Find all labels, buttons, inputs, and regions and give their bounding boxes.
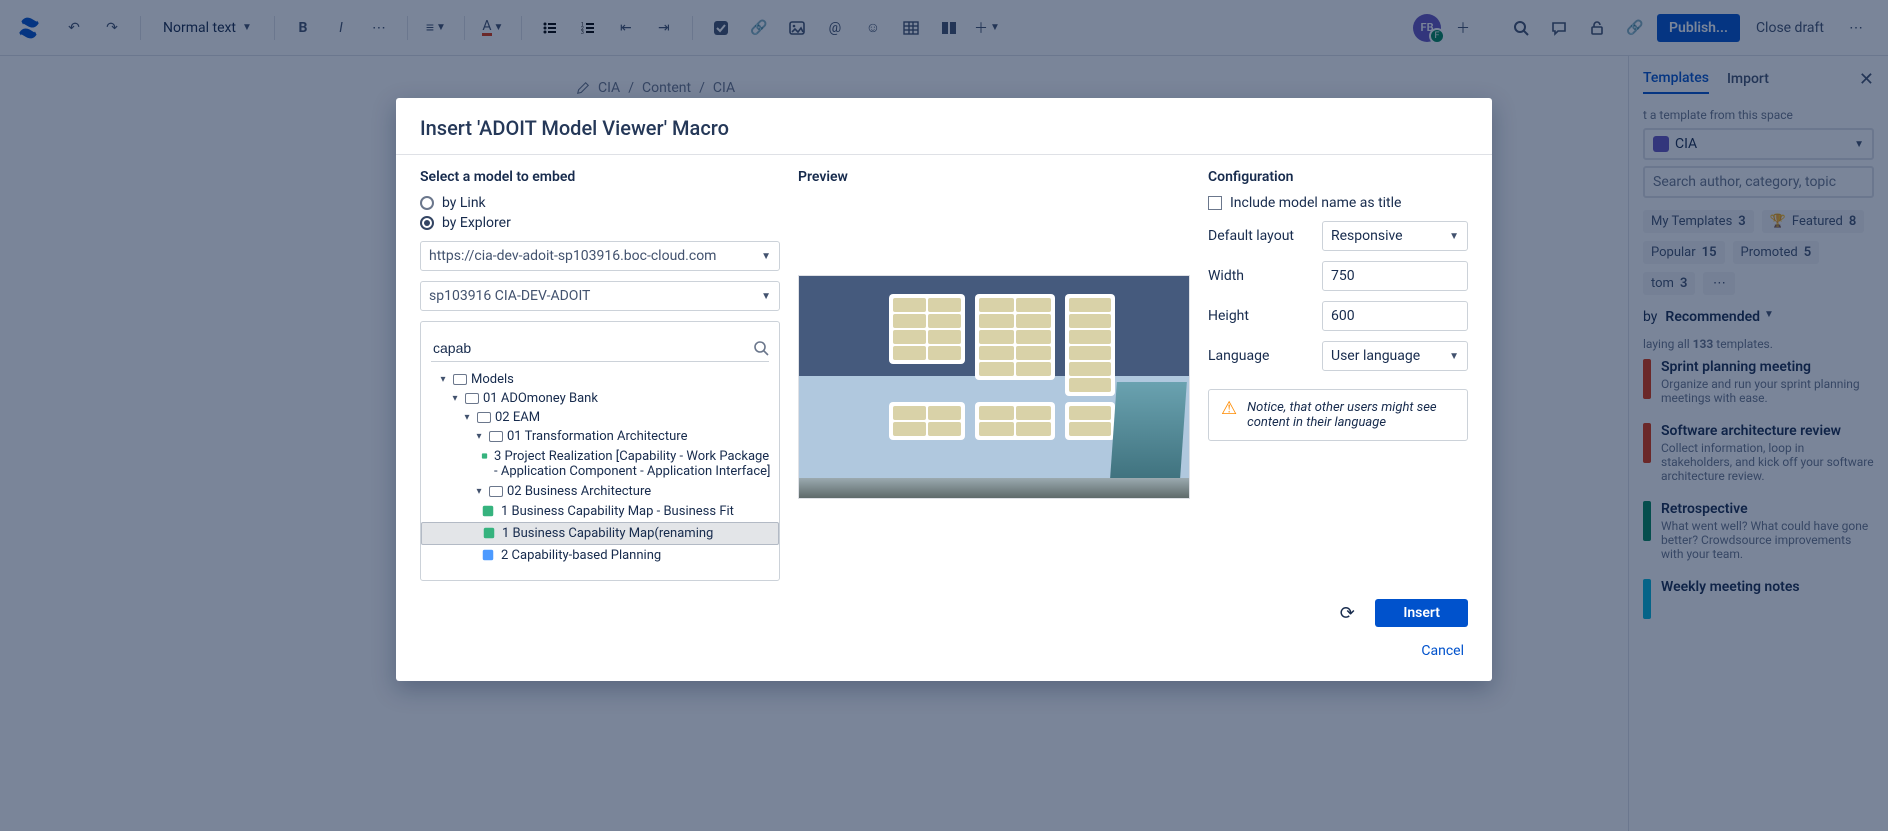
chevron-down-icon: ▼ [1449,231,1459,242]
modal-header: Insert 'ADOIT Model Viewer' Macro [396,98,1492,155]
include-title-checkbox[interactable]: Include model name as title [1208,195,1468,211]
width-label: Width [1208,268,1312,284]
tree-folder[interactable]: ▾ Models [421,370,779,389]
preview-image [798,275,1190,499]
layout-dropdown[interactable]: Responsive ▼ [1322,221,1468,251]
height-label: Height [1208,308,1312,324]
caret-down-icon: ▾ [473,486,485,497]
preview-column: Preview [798,169,1190,581]
tree-search-field[interactable] [431,339,747,357]
layout-label: Default layout [1208,228,1312,244]
insert-button[interactable]: Insert [1375,599,1468,627]
cancel-link[interactable]: Cancel [1417,637,1468,665]
model-tree: ▾ Models ▾ 01 ADOmoney Bank ▾ 02 EAM [420,321,780,581]
refresh-preview-button[interactable]: ⟳ [1333,599,1361,627]
tree-folder[interactable]: ▾ 01 Transformation Architecture [421,427,779,446]
tree-folder[interactable]: ▾ 02 EAM [421,408,779,427]
model-icon [481,449,488,463]
view-icon [481,548,495,562]
tree-item[interactable]: 3 Project Realization [Capability - Work… [421,446,779,482]
caret-down-icon: ▾ [437,374,449,385]
chevron-down-icon: ▼ [761,291,771,302]
folder-icon [465,393,479,404]
radio-icon [420,196,434,210]
tree-item-selected[interactable]: 1 Business Capability Map(renaming [421,522,779,545]
modal-footer: ⟳ Insert Cancel [396,589,1492,681]
caret-down-icon: ▾ [461,412,473,423]
folder-icon [453,374,467,385]
tree-folder[interactable]: ▾ 01 ADOmoney Bank [421,389,779,408]
caret-down-icon: ▾ [473,431,485,442]
language-dropdown[interactable]: User language ▼ [1322,341,1468,371]
search-icon [753,340,769,356]
server-url-dropdown[interactable]: https://cia-dev-adoit-sp103916.boc-cloud… [420,241,780,271]
width-input[interactable]: 750 [1322,261,1468,291]
insert-macro-modal: Insert 'ADOIT Model Viewer' Macro Select… [396,98,1492,681]
warning-icon: ⚠ [1221,400,1237,418]
language-notice: ⚠ Notice, that other users might see con… [1208,389,1468,441]
folder-icon [489,431,503,442]
folder-icon [477,412,491,423]
model-icon [481,504,495,518]
chevron-down-icon: ▼ [761,251,771,262]
config-column: Configuration Include model name as titl… [1208,169,1468,581]
checkbox-icon [1208,196,1222,210]
modal-title: Insert 'ADOIT Model Viewer' Macro [420,116,1468,140]
preview-label: Preview [798,169,1190,185]
select-model-label: Select a model to embed [420,169,780,185]
model-select-column: Select a model to embed by Link by Explo… [420,169,780,581]
height-input[interactable]: 600 [1322,301,1468,331]
radio-by-explorer[interactable]: by Explorer [420,215,780,231]
configuration-label: Configuration [1208,169,1468,185]
caret-down-icon: ▾ [449,393,461,404]
language-label: Language [1208,348,1312,364]
folder-icon [489,486,503,497]
repository-dropdown[interactable]: sp103916 CIA-DEV-ADOIT ▼ [420,281,780,311]
tree-item[interactable]: 1 Business Capability Map - Business Fit [421,501,779,522]
chevron-down-icon: ▼ [1449,351,1459,362]
tree-item[interactable]: 2 Capability-based Planning [421,545,779,566]
radio-by-link[interactable]: by Link [420,195,780,211]
tree-folder[interactable]: ▾ 02 Business Architecture [421,482,779,501]
tree-search-input[interactable] [431,334,769,362]
model-icon [482,526,496,540]
radio-icon [420,216,434,230]
